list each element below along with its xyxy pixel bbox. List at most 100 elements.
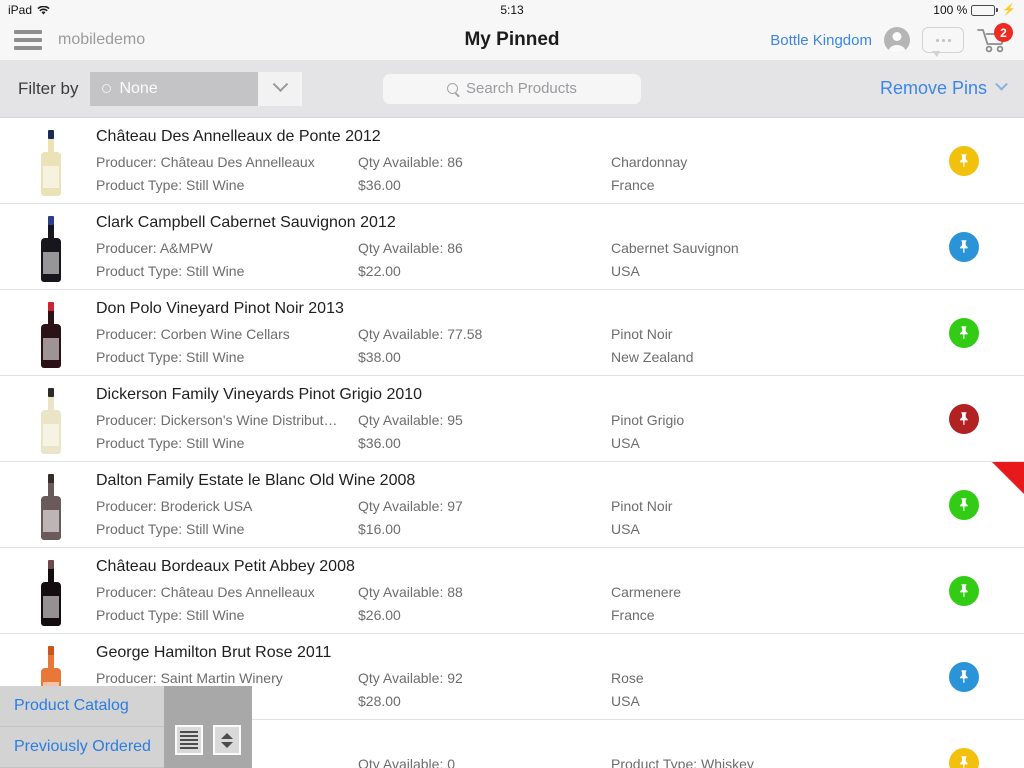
- product-varietal: Pinot Noir: [611, 325, 673, 342]
- pin-icon[interactable]: [949, 489, 979, 520]
- product-row[interactable]: Dalton Family Estate le Blanc Old Wine 2…: [0, 462, 1024, 548]
- product-title: Château Bordeaux Petit Abbey 2008: [96, 557, 355, 575]
- product-qty: Qty Available: 92: [358, 669, 463, 686]
- wine-bottle-icon: [41, 129, 61, 196]
- pin-icon[interactable]: [949, 747, 979, 768]
- wine-bottle-icon: [41, 559, 61, 626]
- pin-icon[interactable]: [949, 575, 979, 606]
- overlay-links: Product Catalog Previously Ordered: [0, 686, 164, 768]
- product-country: France: [611, 606, 655, 623]
- pin-badge-wrap[interactable]: [904, 317, 1024, 348]
- product-thumbnail: [28, 554, 74, 628]
- filter-selected-value-button[interactable]: None: [90, 71, 259, 106]
- product-varietal: Cabernet Sauvignon: [611, 239, 739, 256]
- product-varietal: Pinot Grigio: [611, 411, 685, 428]
- cart-count-badge: 2: [994, 23, 1013, 42]
- product-title: Dalton Family Estate le Blanc Old Wine 2…: [96, 471, 416, 489]
- pin-badge-wrap[interactable]: [904, 575, 1024, 606]
- product-thumbnail: [28, 468, 74, 542]
- chevron-down-icon: [995, 77, 1008, 91]
- product-country: USA: [611, 520, 640, 537]
- product-title: Don Polo Vineyard Pinot Noir 2013: [96, 299, 344, 317]
- product-price: $28.00: [358, 692, 401, 709]
- product-producer: Producer: Château Des Annelleaux: [96, 153, 315, 170]
- product-producer: Producer: Saint Martin Winery: [96, 669, 283, 686]
- lightning-bolt-icon: ⚡: [1002, 3, 1016, 16]
- product-row[interactable]: Don Polo Vineyard Pinot Noir 2013 Produce…: [0, 290, 1024, 376]
- status-bar-left: iPad: [8, 3, 50, 17]
- product-qty: Qty Available: 86: [358, 239, 463, 256]
- overlay-buttons: [164, 686, 252, 768]
- hamburger-menu-icon[interactable]: [14, 30, 42, 50]
- pin-icon[interactable]: [949, 145, 979, 176]
- product-thumbnail: [28, 124, 74, 198]
- chat-bubble-icon[interactable]: [922, 27, 964, 57]
- product-title: Dickerson Family Vineyards Pinot Grigio …: [96, 385, 423, 403]
- product-price: $36.00: [358, 176, 401, 193]
- product-list[interactable]: Château Des Annelleaux de Ponte 2012 Prod…: [0, 118, 1024, 768]
- pin-badge-wrap[interactable]: [904, 661, 1024, 692]
- pin-icon[interactable]: [949, 661, 979, 692]
- product-producer: Producer: A&MPW: [96, 239, 213, 256]
- shopping-cart-icon[interactable]: 2: [976, 23, 1013, 55]
- remove-pins-button[interactable]: Remove Pins: [879, 77, 1008, 99]
- account-link[interactable]: Bottle Kingdom: [770, 32, 872, 49]
- product-row[interactable]: Dickerson Family Vineyards Pinot Grigio …: [0, 376, 1024, 462]
- product-type: Product Type: Still Wine: [96, 262, 245, 279]
- product-qty: Qty Available: 77.58: [358, 325, 483, 342]
- product-row[interactable]: Château Des Annelleaux de Ponte 2012 Prod…: [0, 118, 1024, 204]
- filter-select[interactable]: None: [90, 71, 303, 106]
- product-title: George Hamilton Brut Rose 2011: [96, 643, 332, 661]
- product-type: Product Type: Still Wine: [96, 520, 245, 537]
- corner-flag-icon: [992, 462, 1024, 494]
- pin-badge-wrap[interactable]: [904, 489, 1024, 520]
- chevron-down-icon: [272, 76, 289, 93]
- product-title: Clark Campbell Cabernet Sauvignon 2012: [96, 213, 396, 231]
- pin-icon[interactable]: [949, 231, 979, 262]
- remove-pins-label: Remove Pins: [879, 78, 987, 98]
- product-qty: Qty Available: 97: [358, 497, 463, 514]
- product-country: USA: [611, 434, 640, 451]
- status-bar-right: 100 % ⚡: [933, 3, 1016, 17]
- wine-bottle-icon: [41, 215, 61, 282]
- product-varietal: Product Type: Whiskey: [611, 755, 754, 768]
- product-price: $38.00: [358, 348, 401, 365]
- overlay-link[interactable]: Previously Ordered: [0, 727, 164, 768]
- wine-bottle-icon: [41, 473, 61, 540]
- pin-icon[interactable]: [949, 317, 979, 348]
- product-country: New Zealand: [611, 348, 694, 365]
- product-price: $16.00: [358, 520, 401, 537]
- product-varietal: Chardonnay: [611, 153, 688, 170]
- search-input[interactable]: Search Products: [383, 73, 641, 104]
- device-label: iPad: [8, 3, 33, 17]
- pin-badge-wrap[interactable]: [904, 403, 1024, 434]
- status-bar: iPad 5:13 100 % ⚡: [0, 0, 1024, 20]
- product-producer: Producer: Dickerson's Wine Distribut…: [96, 411, 338, 428]
- product-row[interactable]: Château Bordeaux Petit Abbey 2008 Produce…: [0, 548, 1024, 634]
- status-bar-clock: 5:13: [500, 3, 524, 17]
- product-thumbnail: [28, 382, 74, 456]
- user-avatar-icon[interactable]: [884, 27, 910, 53]
- product-qty: Qty Available: 86: [358, 153, 463, 170]
- pin-badge-wrap[interactable]: [904, 231, 1024, 262]
- org-name-label: mobiledemo: [58, 31, 146, 48]
- product-country: USA: [611, 692, 640, 709]
- filter-dropdown-button[interactable]: [258, 71, 303, 106]
- product-row[interactable]: Clark Campbell Cabernet Sauvignon 2012 Pr…: [0, 204, 1024, 290]
- sort-stepper-icon[interactable]: [213, 725, 241, 755]
- product-qty: Qty Available: 0: [358, 755, 456, 768]
- product-producer: Producer: Corben Wine Cellars: [96, 325, 290, 342]
- product-qty: Qty Available: 95: [358, 411, 463, 428]
- product-thumbnail: [28, 296, 74, 370]
- product-varietal: Rose: [611, 669, 644, 686]
- product-info: Don Polo Vineyard Pinot Noir 2013 Produce…: [74, 296, 904, 370]
- product-country: USA: [611, 262, 640, 279]
- product-country: France: [611, 176, 655, 193]
- pin-badge-wrap[interactable]: [904, 747, 1024, 768]
- pin-badge-wrap[interactable]: [904, 145, 1024, 176]
- pin-icon[interactable]: [949, 403, 979, 434]
- overlay-link[interactable]: Product Catalog: [0, 686, 164, 727]
- list-view-icon[interactable]: [175, 725, 203, 755]
- filter-selected-value-label: None: [119, 79, 158, 97]
- product-varietal: Pinot Noir: [611, 497, 673, 514]
